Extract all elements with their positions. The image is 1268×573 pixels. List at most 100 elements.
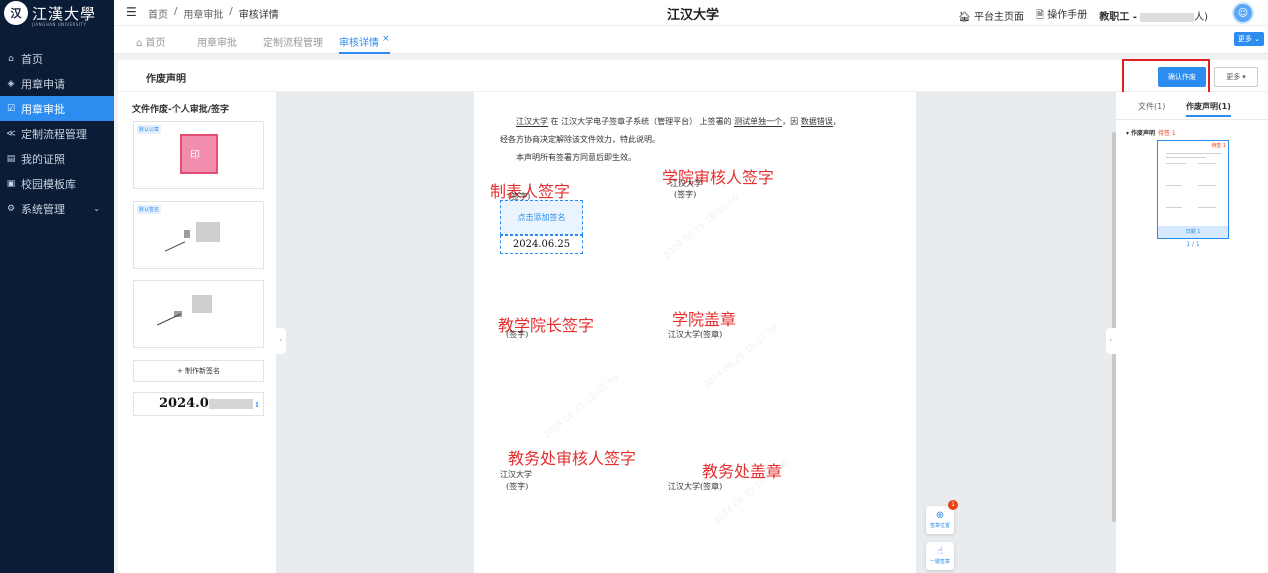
academic-org-text: 江汉大学: [500, 470, 532, 479]
home-icon: ⌂: [8, 53, 14, 64]
redacted-name: [1140, 12, 1195, 22]
sidebar-item-template-lib[interactable]: ▣ 校园模板库: [0, 171, 114, 196]
home-icon: 🏠︎: [958, 12, 971, 23]
confirm-void-button[interactable]: 确认作废: [1158, 67, 1206, 87]
seal-card[interactable]: 默认公章 印: [133, 121, 264, 189]
collapse-left-icon[interactable]: ‹: [276, 328, 286, 354]
signature-stroke: [164, 241, 186, 252]
sidebar-item-flow-manage[interactable]: ≪ 定制流程管理: [0, 121, 114, 146]
breadcrumb-separator: /: [229, 6, 233, 17]
platform-home-link[interactable]: 🏠︎ 平台主页面: [958, 8, 1024, 23]
label-academic-reviewer: 教务处审核人签字: [508, 449, 637, 468]
redacted-signature: [184, 230, 190, 238]
crosshair-icon: ⊕: [935, 510, 945, 521]
sidebar-item-seal-approve[interactable]: ☑ 用章审批: [0, 96, 114, 121]
user-info[interactable]: 教职工 - 人): [1099, 8, 1208, 23]
sidebar-item-label: 系统管理: [21, 202, 65, 216]
signature-card[interactable]: [133, 280, 264, 348]
seal-position-button[interactable]: ⊕ 签章位置 1: [926, 500, 958, 534]
sidebar-item-my-license[interactable]: ▤ 我的证照: [0, 146, 114, 171]
sidebar: 汉 江漢大學 JIANGHAN UNIVERSITY ⌂ 首页 ◈ 用章申请 ☑…: [0, 0, 114, 573]
header-actions: 🏠︎ 平台主页面 🗎 操作手册 教职工 - 人): [958, 6, 1208, 25]
breadcrumb-approve[interactable]: 用章审批: [183, 6, 223, 21]
card-tag: 默认签名: [137, 205, 162, 214]
page-thumbnail[interactable]: 待签 1 日期 1: [1157, 140, 1229, 239]
thumb-line: [1166, 153, 1222, 154]
breadcrumb-separator: /: [174, 6, 178, 17]
card-tag: 默认公章: [137, 125, 162, 134]
breadcrumb-home[interactable]: 首页: [148, 6, 168, 21]
thumb-line: [1166, 207, 1182, 208]
template-icon: ▣: [6, 178, 16, 189]
add-signature-button[interactable]: + 制作新签名: [133, 360, 264, 382]
academic-seal-text: 江汉大学(签章): [668, 482, 723, 491]
main-content: 作废声明 确认作废 更多 ▾ 文件作废-个人审批/签字 默认公章 印 默认签名 …: [118, 59, 1268, 573]
college-org-text: 江汉大学: [670, 179, 702, 188]
menu-toggle-icon[interactable]: ☰: [126, 5, 137, 19]
watermark: 2024 06 25 18:01:56: [661, 192, 741, 262]
thumb-line: [1198, 185, 1216, 186]
date-stamp[interactable]: 2024.06.25: [500, 235, 583, 254]
more-button[interactable]: 更多 ▾: [1214, 67, 1258, 87]
chevron-down-icon: ⌄: [93, 204, 100, 213]
label-college-seal: 学院盖章: [672, 310, 737, 329]
tab-void-statement[interactable]: 作废声明(1): [1186, 101, 1231, 117]
tab-flow-manage[interactable]: 定制流程管理: [263, 34, 323, 49]
close-icon[interactable]: ×: [382, 34, 390, 44]
thumb-pending-tag: 待签 1: [1211, 143, 1226, 149]
thumb-line: [1198, 207, 1216, 208]
thumb-footer: 日期 1: [1158, 226, 1228, 238]
manual-link[interactable]: 🗎 操作手册: [1036, 6, 1087, 25]
sidebar-item-seal-apply[interactable]: ◈ 用章申请: [0, 71, 114, 96]
tab-home[interactable]: ⌂ 首页: [136, 34, 166, 49]
redacted-date: [208, 398, 253, 409]
logo-subtitle: JIANGHAN UNIVERSITY: [32, 22, 87, 27]
signature-panel: 文件作废-个人审批/签字 默认公章 印 默认签名 + 制作新签名 2024.0 …: [118, 92, 276, 573]
sidebar-item-label: 我的证照: [21, 152, 65, 166]
signature-card[interactable]: 默认签名: [133, 201, 264, 269]
date-card[interactable]: 2024.0 1: [133, 392, 264, 416]
one-click-sign-button[interactable]: ☝ 一键签章: [926, 542, 954, 570]
gear-icon: ⚙: [6, 203, 16, 214]
share-icon: ≪: [6, 128, 16, 139]
statement-line-2: 经各方协商决定解除该文件效力，特此说明。: [500, 135, 660, 144]
home-icon: ⌂: [136, 38, 143, 49]
sidebar-nav: ⌂ 首页 ◈ 用章申请 ☑ 用章审批 ≪ 定制流程管理 ▤ 我的证照 ▣ 校园模…: [0, 46, 114, 221]
thumb-line: [1166, 157, 1206, 158]
chevron-down-icon: ▾: [1126, 130, 1130, 137]
logo-text: 江漢大學: [32, 4, 97, 23]
document-icon: 🗎: [1036, 10, 1045, 21]
tabs-more-button[interactable]: 更多 ⌄: [1233, 32, 1264, 46]
sidebar-item-label: 校园模板库: [21, 177, 76, 191]
tab-review-detail[interactable]: 审核详情 ×: [339, 34, 390, 54]
breadcrumb-current: 审核详情: [238, 10, 279, 21]
hand-pointer-icon: ☝: [936, 546, 944, 557]
tab-files[interactable]: 文件(1): [1138, 101, 1165, 112]
page-title: 作废声明: [146, 74, 186, 85]
document-page: 2024 06 25 18:01:56 2024 06 25 18:01:56 …: [474, 92, 916, 573]
page-count: 1 / 1: [1186, 241, 1200, 248]
university-seal-icon: 汉: [4, 1, 28, 25]
tab-seal-approve[interactable]: 用章审批: [197, 34, 237, 49]
tab-bar: ⌂ 首页 用章审批 定制流程管理 审核详情 × 更多 ⌄: [114, 26, 1268, 54]
right-tabs: 文件(1) 作废声明(1): [1116, 92, 1268, 120]
sidebar-item-system[interactable]: ⚙ 系统管理 ⌄: [0, 196, 114, 221]
collapse-right-icon[interactable]: ›: [1106, 328, 1116, 354]
sidebar-item-label: 用章申请: [21, 77, 65, 91]
doc-icon: ▤: [6, 153, 16, 164]
seal-stamp-image: 印: [180, 134, 218, 174]
label-academic-seal: 教务处盖章: [702, 462, 783, 481]
thumb-line: [1166, 163, 1186, 164]
notification-badge: 1: [948, 500, 958, 510]
tree-item[interactable]: ▾ 作废声明 待签 1: [1126, 128, 1176, 137]
breadcrumb: 首页 / 用章审批 / 审核详情: [148, 6, 279, 21]
document-viewer: ‹ 2024 06 25 18:01:56 2024 06 25 18:01:5…: [276, 92, 1116, 573]
statement-line-1: 江汉大学 在 江汉大学电子签章子系统（管理平台） 上签署的 测试单独一个，因 数…: [516, 117, 841, 127]
avatar[interactable]: ☺: [1232, 2, 1254, 24]
statement-line-3: 本声明所有签署方同意后即生效。: [516, 153, 636, 162]
watermark: 2024 06 25 18:01:56: [541, 372, 621, 442]
sidebar-item-home[interactable]: ⌂ 首页: [0, 46, 114, 71]
thumb-line: [1166, 185, 1182, 186]
diamond-icon: ◈: [7, 78, 15, 89]
add-signature-placeholder[interactable]: 点击添加签名: [500, 200, 583, 235]
